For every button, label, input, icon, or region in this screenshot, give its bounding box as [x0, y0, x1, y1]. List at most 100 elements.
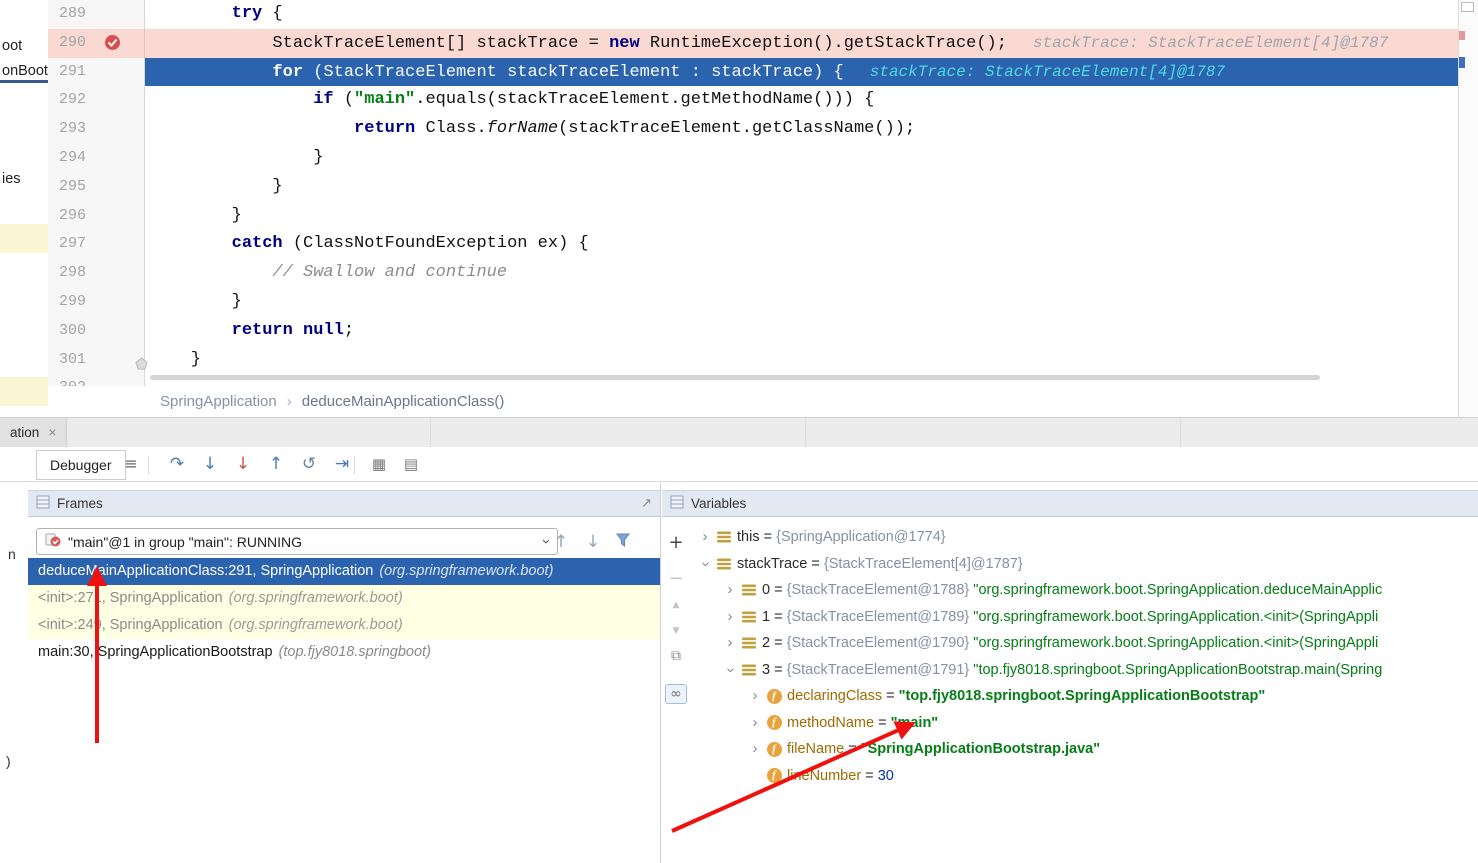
- debug-session-tab[interactable]: ation×: [0, 418, 67, 448]
- force-step-into-button[interactable]: ↓: [230, 451, 256, 477]
- step-into-button[interactable]: ↓: [197, 451, 223, 477]
- variable-row[interactable]: ›stackTrace = {StackTraceElement[4]@1787…: [690, 551, 1478, 578]
- tab-debugger[interactable]: Debugger: [36, 450, 126, 480]
- code-text[interactable]: // Swallow and continue: [145, 259, 1458, 288]
- panel-divider[interactable]: [660, 483, 661, 863]
- watch-return-values-button[interactable]: ∞: [665, 684, 687, 704]
- gutter[interactable]: 301: [48, 346, 145, 375]
- move-up-button[interactable]: ▲: [662, 600, 690, 610]
- gutter[interactable]: 290: [48, 29, 145, 58]
- code-text[interactable]: }: [145, 144, 1458, 173]
- view-breakpoints-button[interactable]: ▦: [366, 451, 392, 477]
- collapsed-chevron-icon[interactable]: ›: [747, 683, 763, 710]
- code-text[interactable]: catch (ClassNotFoundException ex) {: [145, 230, 1458, 259]
- gutter[interactable]: 299: [48, 288, 145, 317]
- sidebar-item-fragment[interactable]: ies: [2, 171, 21, 187]
- gutter[interactable]: 289: [48, 0, 145, 29]
- breadcrumb-separator: ›: [287, 393, 292, 410]
- popout-icon[interactable]: ↗: [641, 496, 652, 511]
- run-to-cursor-button[interactable]: ⇥: [329, 451, 355, 477]
- remove-button[interactable]: −: [662, 568, 690, 589]
- value-icon: [740, 637, 758, 649]
- line-number: 300: [48, 317, 86, 346]
- frame-row[interactable]: main:30, SpringApplicationBootstrap(top.…: [28, 639, 660, 666]
- gutter[interactable]: 300: [48, 317, 145, 346]
- expanded-chevron-icon[interactable]: ›: [692, 556, 719, 572]
- frame-row[interactable]: <init>:271, SpringApplication(org.spring…: [28, 585, 660, 612]
- collapsed-chevron-icon[interactable]: ›: [722, 577, 738, 604]
- gutter[interactable]: 292: [48, 86, 145, 115]
- variables-panel-header: Variables: [662, 490, 1478, 517]
- frame-package: (org.springframework.boot): [229, 590, 403, 606]
- move-down-button[interactable]: ▼: [662, 626, 690, 636]
- variable-row[interactable]: ›ffileName = "SpringApplicationBootstrap…: [690, 736, 1478, 763]
- code-text[interactable]: }: [145, 346, 1458, 375]
- error-stripe-caret-mark[interactable]: [1459, 57, 1465, 68]
- debugger-toolbar: Debugger ≡ ↷ ↓ ↓ ↑ ↺ ⇥ ▦▤: [0, 447, 1478, 482]
- variable-row[interactable]: ›1 = {StackTraceElement@1789} "org.sprin…: [690, 604, 1478, 631]
- collapsed-chevron-icon[interactable]: ›: [747, 710, 763, 737]
- frame-row[interactable]: deduceMainApplicationClass:291, SpringAp…: [28, 558, 660, 585]
- toolwindow-fragment: n: [8, 546, 16, 562]
- code-editor[interactable]: 289 try {290 StackTraceElement[] stackTr…: [48, 0, 1458, 386]
- collapsed-chevron-icon[interactable]: ›: [747, 736, 763, 763]
- code-text[interactable]: }: [145, 173, 1458, 202]
- frame-row[interactable]: <init>:249, SpringApplication(org.spring…: [28, 612, 660, 639]
- code-line: 289 try {: [48, 0, 1458, 29]
- variable-row[interactable]: ›2 = {StackTraceElement@1790} "org.sprin…: [690, 630, 1478, 657]
- gutter[interactable]: 293: [48, 115, 145, 144]
- gutter[interactable]: 297: [48, 230, 145, 259]
- drop-frame-button[interactable]: ↺: [296, 451, 322, 477]
- close-icon[interactable]: ×: [48, 424, 56, 440]
- expanded-chevron-icon[interactable]: ›: [717, 662, 744, 678]
- layout-settings-button[interactable]: ▤: [398, 451, 424, 477]
- gutter[interactable]: 294: [48, 144, 145, 173]
- add-button[interactable]: +: [662, 532, 690, 553]
- variable-number-value: 30: [878, 763, 894, 790]
- next-frame-button[interactable]: ↓: [580, 530, 606, 554]
- code-segment: [150, 119, 354, 138]
- variable-row[interactable]: ›fmethodName = "main": [690, 710, 1478, 737]
- step-out-button[interactable]: ↑: [263, 451, 289, 477]
- breadcrumb-class[interactable]: SpringApplication: [160, 393, 277, 410]
- line-number: 293: [48, 115, 86, 144]
- gutter[interactable]: 302: [48, 374, 145, 386]
- threads-menu-button[interactable]: ≡: [118, 451, 144, 477]
- gutter[interactable]: 296: [48, 202, 145, 231]
- horizontal-scrollbar[interactable]: [150, 375, 1320, 380]
- error-stripe-breakpoint-mark[interactable]: [1459, 31, 1465, 40]
- variable-row[interactable]: ›3 = {StackTraceElement@1791} "top.fjy80…: [690, 657, 1478, 684]
- previous-frame-button[interactable]: ↑: [548, 530, 574, 554]
- variable-row[interactable]: ›this = {SpringApplication@1774}: [690, 524, 1478, 551]
- frames-panel-header: Frames ↗: [28, 490, 660, 517]
- variable-reference: {StackTraceElement@1791}: [787, 657, 974, 684]
- step-over-button[interactable]: ↷: [164, 451, 190, 477]
- variable-name: stackTrace: [737, 551, 807, 578]
- code-text[interactable]: try {: [145, 0, 1458, 29]
- code-text[interactable]: if ("main".equals(stackTraceElement.getM…: [145, 86, 1458, 115]
- collapsed-chevron-icon[interactable]: ›: [697, 524, 713, 551]
- collapsed-chevron-icon[interactable]: ›: [722, 604, 738, 631]
- code-text[interactable]: for (StackTraceElement stackTraceElement…: [145, 58, 1458, 87]
- sidebar-item-fragment[interactable]: oot: [2, 38, 22, 54]
- code-text[interactable]: }: [145, 288, 1458, 317]
- copy-button[interactable]: ⧉: [662, 648, 690, 664]
- thread-selector[interactable]: "main"@1 in group "main": RUNNING ›: [36, 528, 558, 555]
- variable-row[interactable]: flineNumber = 30: [690, 763, 1478, 790]
- variable-row[interactable]: ›0 = {StackTraceElement@1788} "org.sprin…: [690, 577, 1478, 604]
- code-text[interactable]: }: [145, 202, 1458, 231]
- code-text[interactable]: StackTraceElement[] stackTrace = new Run…: [145, 29, 1458, 58]
- scrollbar-button[interactable]: [1461, 2, 1474, 12]
- code-text[interactable]: return Class.forName(stackTraceElement.g…: [145, 115, 1458, 144]
- sidebar-item-fragment[interactable]: onBoot: [2, 63, 48, 79]
- variable-row[interactable]: ›fdeclaringClass = "top.fjy8018.springbo…: [690, 683, 1478, 710]
- code-line: 290 StackTraceElement[] stackTrace = new…: [48, 29, 1458, 58]
- project-panel-sliver: oot onBoot ies: [0, 0, 48, 417]
- breadcrumb-method[interactable]: deduceMainApplicationClass(): [302, 393, 505, 410]
- collapsed-chevron-icon[interactable]: ›: [722, 630, 738, 657]
- gutter[interactable]: 295: [48, 173, 145, 202]
- gutter[interactable]: 298: [48, 259, 145, 288]
- code-text[interactable]: return null;: [145, 317, 1458, 346]
- gutter[interactable]: 291: [48, 58, 145, 87]
- hide-frames-filter-button[interactable]: [610, 530, 636, 554]
